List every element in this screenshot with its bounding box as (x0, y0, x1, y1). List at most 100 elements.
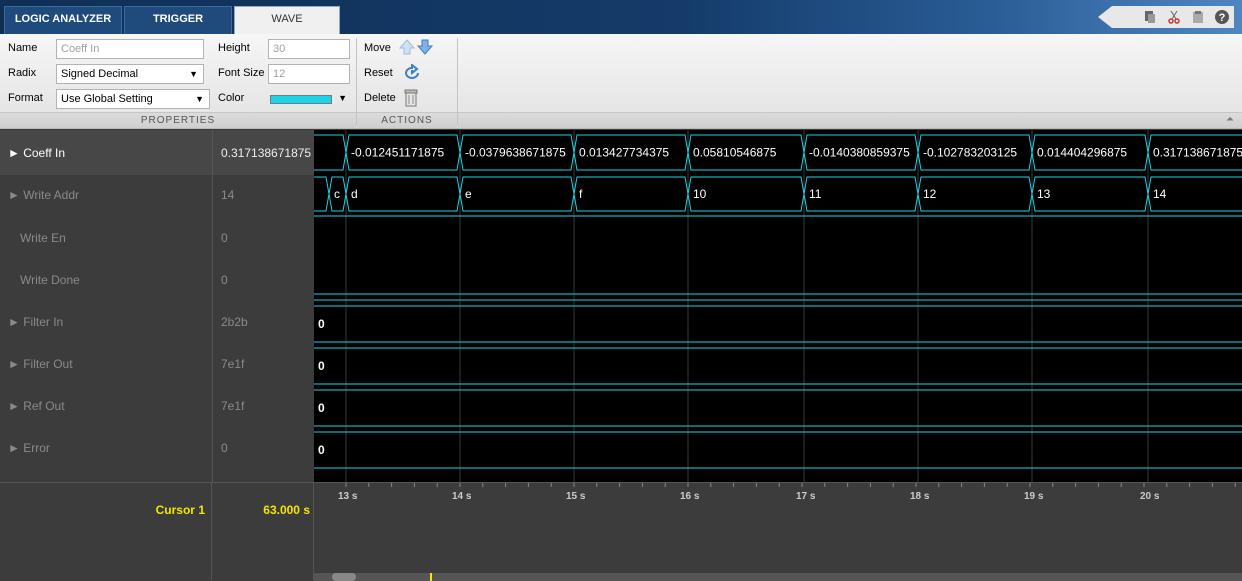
signal-value: 0 (221, 441, 228, 455)
expand-arrow-icon[interactable]: ► (8, 146, 23, 160)
tab-trigger[interactable]: TRIGGER (124, 6, 232, 34)
coeff-in-wave-value: -0.0140380859375 (809, 146, 910, 160)
write-addr-wave-segment (459, 176, 575, 212)
move-label: Move (364, 42, 391, 54)
dock-icon[interactable] (1138, 6, 1162, 28)
tab-logic-analyzer[interactable]: LOGIC ANALYZER (4, 6, 122, 34)
time-tick-label: 17 s (796, 491, 816, 502)
signal-name-coeff-in[interactable]: ► Coeff In (8, 143, 65, 163)
quick-access-toolbar: ? (1098, 6, 1234, 28)
move-down-icon[interactable] (416, 38, 434, 56)
actions-section-label: ACTIONS (357, 112, 457, 128)
write-addr-wave-value: 13 (1037, 187, 1051, 201)
expand-arrow-icon[interactable]: ► (8, 399, 23, 413)
chevron-down-icon: ▼ (195, 94, 204, 104)
coeff-in-wave-value: -0.102783203125 (923, 146, 1017, 160)
coeff-in-wave-segment (314, 134, 347, 171)
coeff-in-wave-value: 0.317138671875 (1153, 146, 1242, 160)
empty-section-strip (458, 112, 1242, 128)
signal-values-panel: 0.317138671875 14 0 0 2b2b 7e1f 7e1f 0 (212, 130, 315, 482)
filter-out-wave-value: 0 (318, 359, 325, 373)
signal-value: 0 (221, 231, 228, 245)
svg-text:?: ? (1219, 12, 1226, 24)
name-field[interactable]: Coeff In (56, 39, 204, 59)
format-dropdown[interactable]: Use Global Setting ▼ (56, 89, 210, 109)
trash-icon[interactable] (402, 88, 420, 108)
font-size-label: Font Size (218, 67, 265, 79)
write-addr-wave-value: 11 (809, 187, 822, 201)
write-addr-wave-segment (345, 176, 461, 212)
bottom-panel: Cursor 1 63.000 s 13 s 14 s 15 s 16 s 17 s 18… (0, 482, 1242, 581)
signal-name-write-done[interactable]: Write Done (20, 270, 80, 290)
format-value: Use Global Setting (61, 93, 153, 105)
cursor-time: 63.000 s (263, 503, 310, 517)
waveform-canvas: -0.012451171875 -0.0379638671875 0.0134277… (314, 130, 1242, 482)
time-tick-label: 19 s (1024, 491, 1044, 502)
reset-label: Reset (364, 67, 393, 79)
coeff-in-wave-value: -0.012451171875 (351, 146, 445, 160)
signal-name-error[interactable]: ► Error (8, 438, 50, 458)
signal-name-filter-in[interactable]: ► Filter In (8, 312, 63, 332)
delete-label: Delete (364, 92, 396, 104)
toolstrip-header: LOGIC ANALYZER TRIGGER WAVE ? (0, 0, 1242, 34)
time-tick-label: 18 s (910, 491, 930, 502)
column-divider (211, 482, 212, 580)
write-addr-wave-value: 10 (693, 187, 707, 201)
color-label: Color (218, 92, 245, 104)
radix-value: Signed Decimal (61, 68, 139, 80)
coeff-in-wave-value: 0.014404296875 (1037, 146, 1127, 160)
error-wave-value: 0 (318, 443, 325, 457)
signal-value: 0 (221, 273, 228, 287)
write-addr-wave-value: e (465, 187, 472, 201)
write-addr-wave-value: d (351, 187, 358, 201)
expand-arrow-icon[interactable]: ► (8, 441, 23, 455)
format-label: Format (8, 92, 43, 104)
time-tick-label: 15 s (566, 491, 586, 502)
properties-section-label: PROPERTIES (0, 112, 356, 128)
coeff-in-wave-value: 0.05810546875 (693, 146, 777, 160)
paste-icon[interactable] (1186, 6, 1210, 28)
filter-in-wave-value: 0 (318, 317, 325, 331)
color-picker[interactable]: ▼ (268, 90, 350, 110)
signal-value: 14 (221, 188, 235, 202)
reset-icon[interactable] (402, 62, 422, 82)
name-label: Name (8, 42, 38, 54)
font-size-field[interactable]: 12 (268, 64, 350, 84)
color-swatch (270, 95, 332, 104)
signal-name-write-en[interactable]: Write En (20, 228, 66, 248)
ref-out-wave-value: 0 (318, 401, 325, 415)
expand-arrow-icon[interactable]: ► (8, 188, 23, 202)
time-tick-label: 14 s (452, 491, 472, 502)
height-field[interactable]: 30 (268, 39, 350, 59)
quick-access-grip (1098, 6, 1138, 28)
signal-name-filter-out[interactable]: ► Filter Out (8, 354, 73, 374)
time-tick-label: 16 s (680, 491, 700, 502)
cursor-label: Cursor 1 (155, 503, 205, 517)
time-tick-label: 13 s (338, 491, 358, 502)
cut-icon[interactable] (1162, 6, 1186, 28)
signal-name-write-addr[interactable]: ► Write Addr (8, 185, 79, 205)
expand-arrow-icon[interactable]: ► (8, 315, 23, 329)
radix-dropdown[interactable]: Signed Decimal ▼ (56, 64, 204, 84)
tab-wave[interactable]: WAVE (234, 6, 340, 34)
time-axis: 13 s 14 s 15 s 16 s 17 s 18 s 19 s 20 s (314, 483, 1242, 581)
waveform-display[interactable]: -0.012451171875 -0.0379638671875 0.0134277… (314, 130, 1242, 482)
move-up-icon[interactable] (398, 38, 416, 56)
help-icon[interactable]: ? (1210, 6, 1234, 28)
signal-name-ref-out[interactable]: ► Ref Out (8, 396, 65, 416)
coeff-in-wave-value: -0.0379638671875 (465, 146, 566, 160)
column-divider (313, 482, 314, 580)
write-addr-wave-value: 14 (1153, 187, 1167, 201)
write-addr-wave-value: c (334, 187, 340, 201)
write-addr-wave-value: f (579, 187, 583, 201)
height-label: Height (218, 42, 250, 54)
ribbon: Name Coeff In Radix Signed Decimal ▼ For… (0, 34, 1242, 129)
write-addr-wave-value: 12 (923, 187, 937, 201)
signal-names-panel: ► Coeff In ► Write Addr Write En Write D… (0, 130, 212, 482)
write-addr-wave-segment (573, 176, 689, 212)
signal-value: 2b2b (221, 315, 248, 329)
coeff-in-wave-value: 0.013427734375 (579, 146, 669, 160)
collapse-ribbon-icon[interactable]: ⏶ (1226, 114, 1234, 125)
expand-arrow-icon[interactable]: ► (8, 357, 23, 371)
write-addr-wave-segment (314, 176, 330, 212)
